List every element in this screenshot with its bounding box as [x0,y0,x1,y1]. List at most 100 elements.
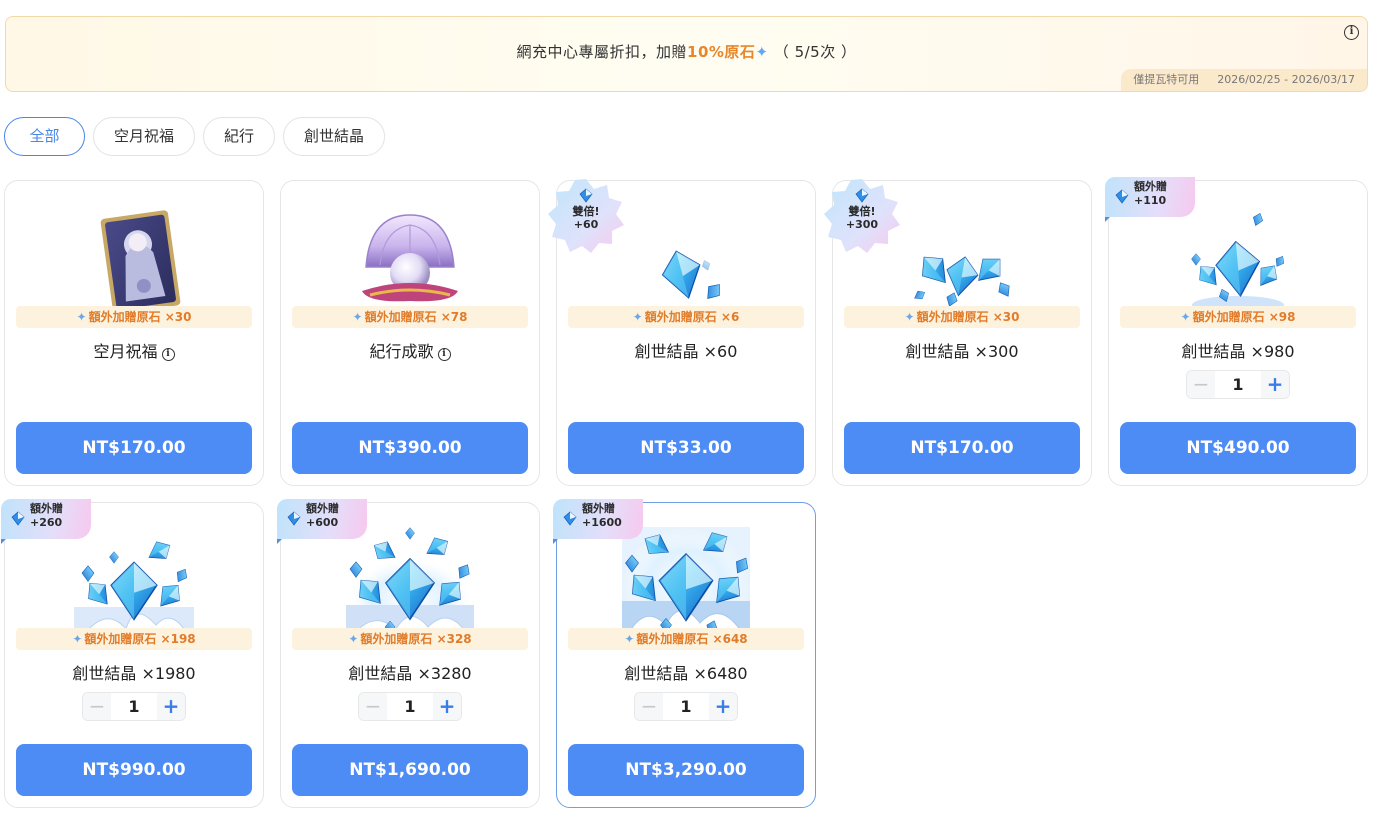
product-card[interactable]: 額外贈 +600 ✦ 額外加贈原石 ×328 創世結晶 ×3280 − 1 + NT… [277,499,540,808]
badge-line2: +60 [573,218,599,231]
badge-text: 額外贈 +260 [30,502,63,530]
increment-button[interactable]: + [433,693,461,720]
product-title: 創世結晶 ×6480 [557,660,815,684]
bonus-text: 額外加贈原石 ×30 [916,310,1020,324]
product-name: 創世結晶 ×300 [905,342,1019,361]
product-title: 創世結晶 ×300 [833,338,1091,362]
tab-genesis-crystal[interactable]: 創世結晶 [283,117,386,156]
badge-text: 額外贈 +600 [306,502,339,530]
crystal-icon [1115,189,1129,204]
buy-button[interactable]: NT$1,690.00 [292,744,528,796]
crystal-art [912,248,1014,309]
tab-all[interactable]: 全部 [4,117,85,156]
crystal-icon [579,188,593,203]
product-name: 創世結晶 ×980 [1181,342,1295,361]
tab-blessing[interactable]: 空月祝福 [93,117,196,156]
sparkle-icon: ✦ [76,310,87,324]
promo-banner: 網充中心專屬折扣，加贈10%原石✦ （ 5/5次 ） i 僅提瓦特可用 2026/… [5,16,1368,92]
product-title: 創世結晶 ×60 [557,338,815,362]
badge-line1: 額外贈 [1134,180,1167,193]
badge-corner [553,539,558,544]
product-card[interactable]: ✦ 額外加贈原石 ×30 空月祝福 i NT$170.00 [4,180,264,486]
extra-badge: 額外贈 +1600 [553,499,643,544]
badge-line1: 額外贈 [582,502,615,515]
double-badge: 雙倍! +300 [821,177,903,255]
sparkle-icon: ✦ [352,310,363,324]
product-card[interactable]: ✦ 額外加贈原石 ×78 紀行成歌 i NT$390.00 [280,180,540,486]
promo-prefix: 網充中心專屬折扣，加贈 [516,43,688,61]
buy-button[interactable]: NT$170.00 [16,422,252,474]
quantity-value[interactable]: 1 [1215,371,1261,398]
quantity-stepper: − 1 + [82,692,186,721]
badge-line2: +1600 [582,516,622,529]
quantity-value[interactable]: 1 [387,693,433,720]
bonus-text: 額外加贈原石 ×198 [84,632,196,646]
info-icon[interactable]: i [437,348,451,361]
info-icon[interactable]: i [161,348,175,361]
extra-badge: 額外贈 +600 [277,499,367,544]
quantity-value[interactable]: 1 [663,693,709,720]
buy-button[interactable]: NT$3,290.00 [568,744,804,796]
buy-button[interactable]: NT$33.00 [568,422,804,474]
sparkle-icon: ✦ [1180,310,1191,324]
quantity-stepper: − 1 + [634,692,738,721]
product-title: 創世結晶 ×980 [1109,338,1367,362]
buy-button[interactable]: NT$170.00 [844,422,1080,474]
badge-line2: +300 [845,218,879,231]
badge-text: 雙倍! +60 [545,205,627,231]
decrement-button[interactable]: − [1187,371,1215,398]
decrement-button[interactable]: − [359,693,387,720]
product-card[interactable]: 額外贈 +260 ✦ 額外加贈原石 ×198 創世結晶 ×1980 − 1 + NT… [1,499,264,808]
increment-button[interactable]: + [1261,371,1289,398]
decrement-button[interactable]: − [635,693,663,720]
double-badge: 雙倍! +60 [545,177,627,255]
promo-text: 網充中心專屬折扣，加贈10%原石✦ （ 5/5次 ） [6,41,1367,62]
product-name: 紀行成歌 [369,342,434,361]
crystal-icon [287,511,301,526]
product-title: 創世結晶 ×3280 [281,660,539,684]
decrement-button[interactable]: − [83,693,111,720]
increment-button[interactable]: + [157,693,185,720]
badge-line1: 雙倍! [848,205,876,218]
info-icon[interactable]: i [1344,25,1359,40]
sparkle-icon: ✦ [624,632,635,646]
bonus-strip: ✦ 額外加贈原石 ×6 [568,306,804,328]
product-name: 空月祝福 [93,342,158,361]
bonus-strip: ✦ 額外加贈原石 ×98 [1120,306,1356,328]
bonus-text: 額外加贈原石 ×328 [360,632,472,646]
crystal-icon [563,511,577,526]
promo-restriction: 僅提瓦特可用 [1133,73,1200,86]
badge-text: 雙倍! +300 [821,205,903,231]
quantity-value[interactable]: 1 [111,693,157,720]
pearl-shell-art [362,214,458,302]
product-card[interactable]: 雙倍! +300 ✦ 額外加贈原石 ×30 創世結晶 ×300 NT$170.00 [824,179,1092,486]
buy-button[interactable]: NT$390.00 [292,422,528,474]
badge-line1: 額外贈 [30,502,63,515]
badge-text: 額外贈 +110 [1134,180,1167,208]
sparkle-icon: ✦ [348,632,359,646]
promo-footer: 僅提瓦特可用 2026/02/25 - 2026/03/17 [1121,69,1367,91]
tab-battle-pass[interactable]: 紀行 [203,117,276,156]
badge-text: 額外贈 +1600 [582,502,622,530]
promo-date-range: 2026/02/25 - 2026/03/17 [1217,73,1355,86]
promo-highlight: 10%原石 [687,43,756,61]
product-card[interactable]: 額外贈 +1600 ✦ 額外加贈原石 ×648 創世結晶 ×6480 − 1 + N… [553,499,816,808]
category-tabs: 全部 空月祝福 紀行 創世結晶 [4,117,386,156]
product-name: 創世結晶 ×60 [634,342,738,361]
increment-button[interactable]: + [709,693,737,720]
bonus-strip: ✦ 額外加贈原石 ×78 [292,306,528,328]
quantity-stepper: − 1 + [358,692,462,721]
product-card[interactable]: 額外贈 +110 ✦ 額外加贈原石 ×98 創世結晶 ×980 − 1 + NT$4… [1105,177,1368,486]
bonus-strip: ✦ 額外加贈原石 ×648 [568,628,804,650]
product-card[interactable]: 雙倍! +60 ✦ 額外加贈原石 ×6 創世結晶 ×60 NT$33.00 [548,179,816,486]
product-name: 創世結晶 ×1980 [72,664,196,683]
badge-line2: +110 [1134,194,1167,207]
badge-line2: +600 [306,516,339,529]
buy-button[interactable]: NT$490.00 [1120,422,1356,474]
badge-corner [1105,217,1110,222]
sparkle-icon: ✦ [755,43,769,61]
bonus-text: 額外加贈原石 ×78 [364,310,468,324]
buy-button[interactable]: NT$990.00 [16,744,252,796]
badge-corner [277,539,282,544]
bonus-text: 額外加贈原石 ×6 [644,310,740,324]
